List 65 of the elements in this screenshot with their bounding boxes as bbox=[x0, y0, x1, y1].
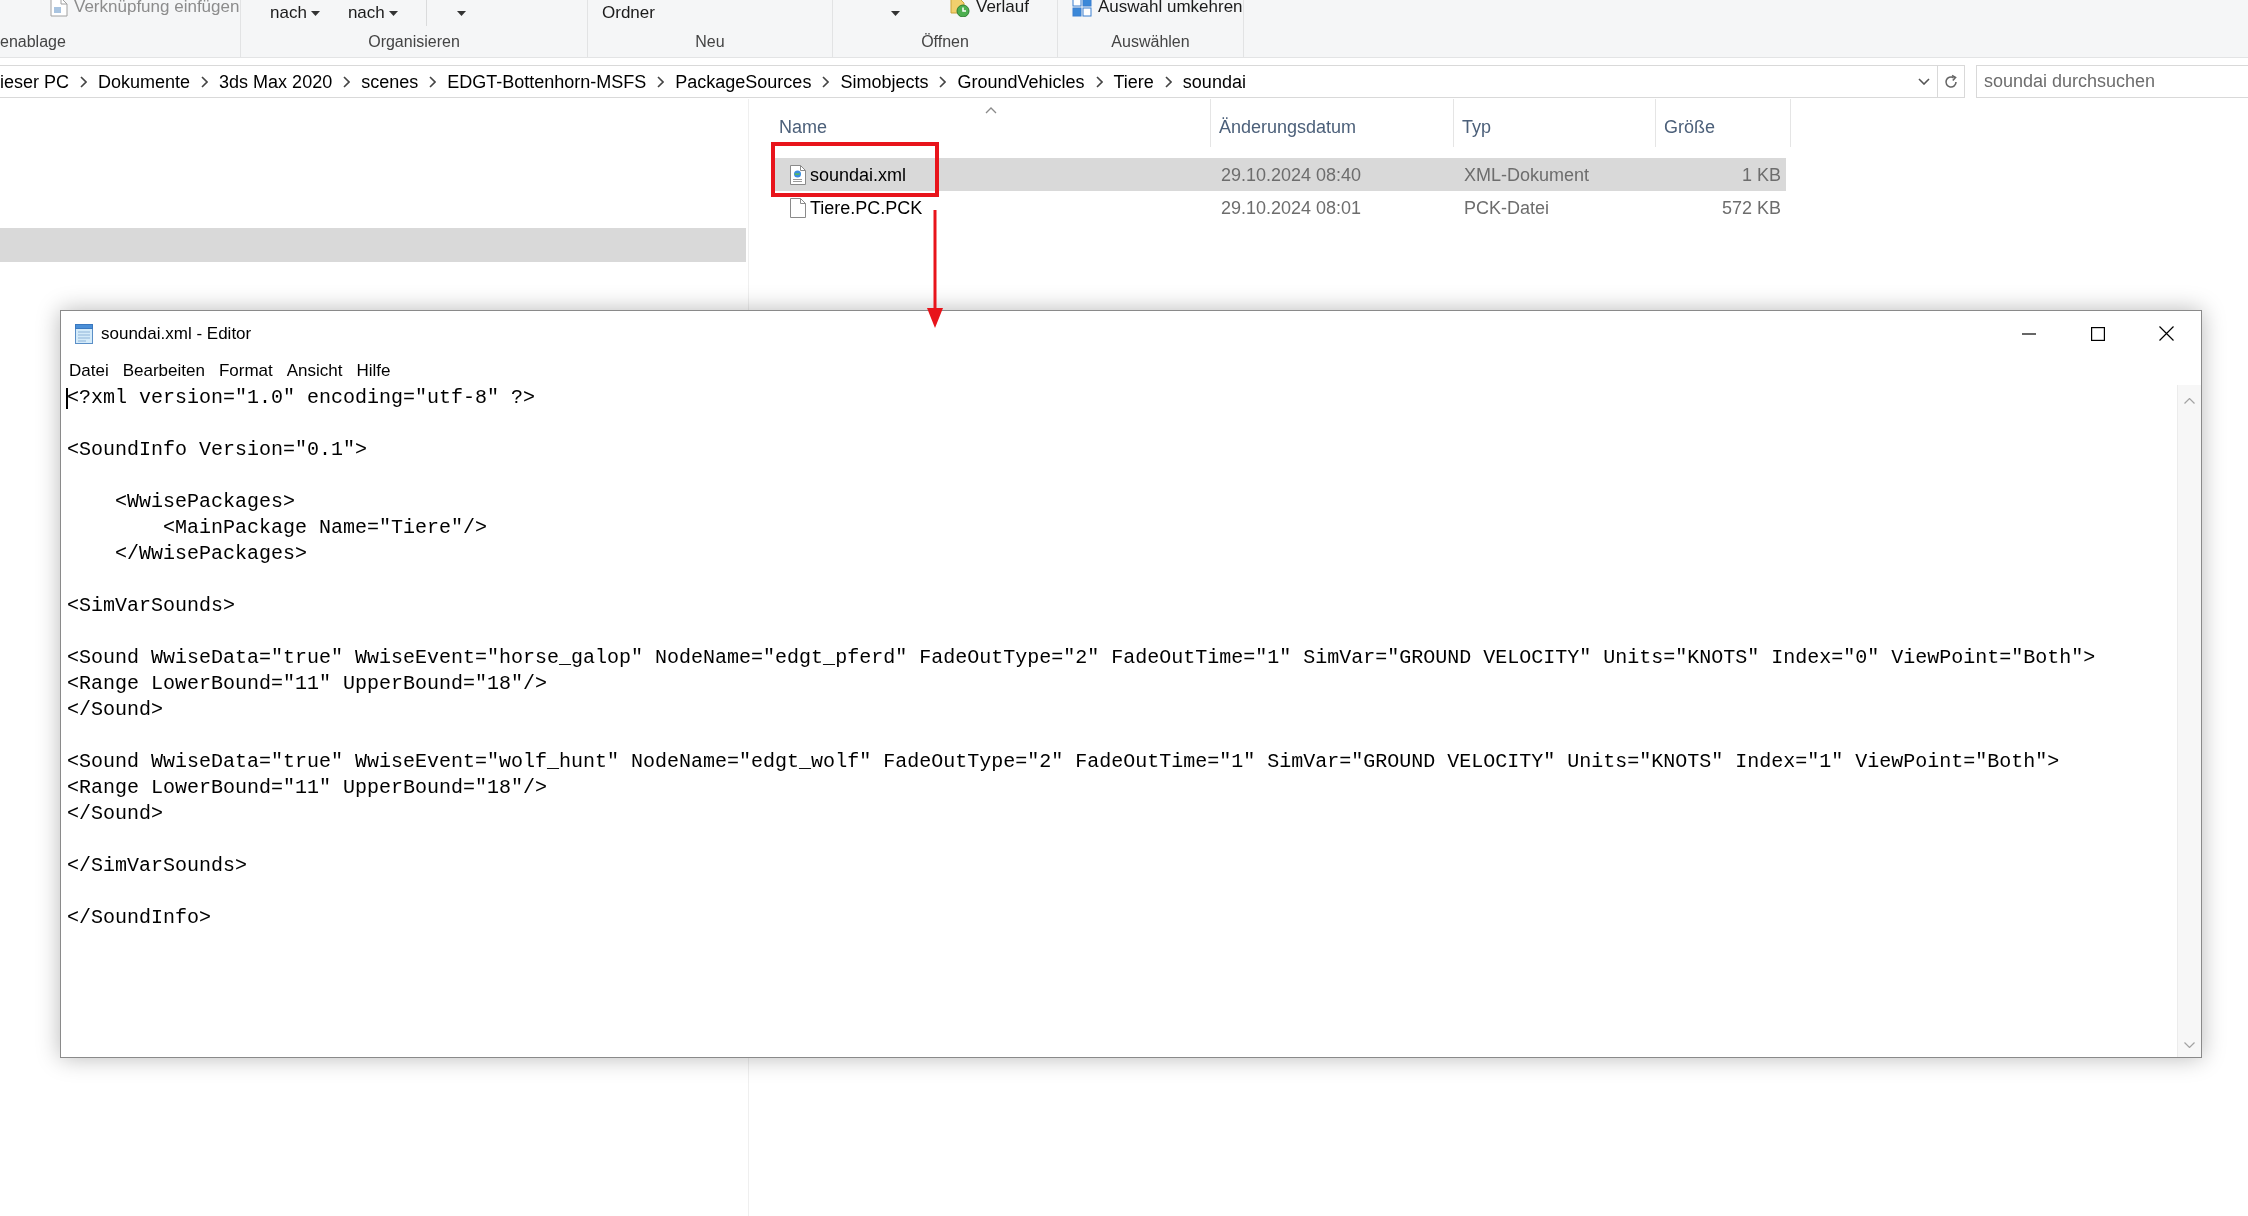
column-header[interactable]: Typ bbox=[1454, 99, 1656, 147]
chevron-right-icon[interactable] bbox=[201, 75, 209, 88]
column-header[interactable]: Änderungsdatum bbox=[1211, 99, 1454, 147]
breadcrumb-item[interactable]: soundai bbox=[1178, 69, 1250, 94]
modified-date: 29.10.2024 08:01 bbox=[1221, 196, 1362, 219]
breadcrumb-item[interactable]: Dokumente bbox=[94, 69, 195, 94]
file-size: 572 KB bbox=[1721, 196, 1781, 219]
caret-icon bbox=[891, 10, 900, 16]
menu-item[interactable]: Hilfe bbox=[349, 358, 398, 383]
caret-icon bbox=[388, 10, 398, 16]
chevron-right-icon[interactable] bbox=[822, 75, 830, 88]
search-field[interactable]: soundai durchsuchen bbox=[1976, 65, 2248, 98]
file-type: XML-Dokument bbox=[1464, 163, 1590, 186]
file-size: 1 KB bbox=[1741, 163, 1781, 186]
breadcrumb-item[interactable]: Tiere bbox=[1109, 69, 1158, 94]
chevron-right-icon[interactable] bbox=[343, 75, 351, 88]
chevron-right-icon[interactable] bbox=[429, 75, 437, 88]
refresh-button[interactable] bbox=[1938, 65, 1965, 98]
column-header[interactable]: Name bbox=[771, 99, 1211, 147]
caret-icon bbox=[310, 10, 320, 16]
ribbon-group-label: Neu bbox=[695, 32, 725, 52]
file-name: soundai.xml bbox=[810, 163, 907, 186]
ribbon-group-label: enablage bbox=[0, 32, 66, 52]
ribbon-button[interactable]: Auswahl umkehren bbox=[1072, 0, 1243, 18]
menu-item[interactable]: Format bbox=[211, 358, 280, 383]
window-title: soundai.xml - Editor bbox=[101, 323, 252, 344]
breadcrumb-item[interactable]: GroundVehicles bbox=[953, 69, 1089, 94]
chevron-right-icon[interactable] bbox=[939, 75, 947, 88]
caret-icon bbox=[456, 10, 466, 16]
file-type: PCK-Datei bbox=[1464, 196, 1550, 219]
file-name: Tiere.PC.PCK bbox=[810, 196, 923, 219]
refresh-icon bbox=[1943, 73, 1959, 90]
ribbon-button[interactable]: nach bbox=[347, 2, 398, 24]
ribbon-button[interactable]: Ordner bbox=[602, 2, 655, 24]
menu-item[interactable]: Bearbeiten bbox=[115, 358, 212, 383]
breadcrumb-item[interactable]: scenes bbox=[357, 69, 423, 94]
ribbon-group-label: Organisieren bbox=[368, 32, 460, 52]
chevron-right-icon[interactable] bbox=[1095, 75, 1103, 88]
maximize-icon bbox=[2090, 326, 2105, 341]
column-header[interactable]: Größe bbox=[1656, 99, 1791, 147]
menu-item[interactable]: Ansicht bbox=[279, 358, 350, 383]
close-icon bbox=[2159, 326, 2174, 341]
breadcrumb-item[interactable]: 3ds Max 2020 bbox=[215, 69, 337, 94]
breadcrumb-item[interactable]: Simobjects bbox=[836, 69, 933, 94]
breadcrumb-item[interactable]: ieser PC bbox=[0, 69, 74, 94]
modified-date: 29.10.2024 08:40 bbox=[1221, 163, 1362, 186]
text-cursor-icon bbox=[66, 388, 68, 409]
ribbon-group-label: Auswählen bbox=[1111, 32, 1190, 52]
chevron-down-icon[interactable] bbox=[1918, 78, 1930, 85]
address-bar[interactable]: ieser PC Dokumente 3ds Max 2020 scenes EDGT-Bottenhorn-MSFS PackageSources Simobjects GroundVehicles Tiere soundai bbox=[0, 65, 1938, 98]
globe-document-icon bbox=[790, 164, 806, 185]
ribbon-button[interactable]: Verlauf bbox=[950, 0, 1029, 18]
text-area[interactable]: <?xml version="1.0" encoding="utf-8" ?> <SoundInfo Version="0.1"> <WwisePackages> <MainPackage Name="Tiere"/> </WwisePackages> <SimVarSounds> <Sound WwiseData="true" WwiseEvent="horse_galop" NodeName="edgt_pferd" FadeOutType="2" FadeOutTime="1" SimVar="GROUND VELOCITY" Units="KNOTS" Index="0" ViewPoint="Both"> <Range LowerBound="11" UpperBound="18"/> </Sound> <Sound WwiseData="true" WwiseEvent="wolf_hunt" NodeName="edgt_wolf" FadeOutType="2" FadeOutTime="1" SimVar="GROUND VELOCITY" Units="KNOTS" Index="1" ViewPoint="Both"> <Range LowerBound="11" UpperBound="18"/> </Sound> </SimVarSounds> </SoundInfo> bbox=[61, 385, 2177, 1057]
minimize-icon bbox=[2021, 332, 2036, 335]
file-row[interactable]: Tiere.PC.PCK 29.10.2024 08:01 PCK-Datei 572 KB bbox=[771, 191, 1786, 224]
ribbon-button[interactable]: nach bbox=[270, 2, 320, 24]
ribbon-group-label: Öffnen bbox=[921, 32, 969, 52]
notepad-icon bbox=[73, 322, 95, 345]
chevron-right-icon[interactable] bbox=[1164, 75, 1172, 88]
breadcrumb-item[interactable]: EDGT-Bottenhorn-MSFS bbox=[443, 69, 651, 94]
menu-item[interactable]: Datei bbox=[62, 358, 116, 383]
breadcrumb-item[interactable]: PackageSources bbox=[671, 69, 816, 94]
chevron-right-icon[interactable] bbox=[657, 75, 665, 88]
blank-document-icon bbox=[790, 197, 806, 218]
chevron-right-icon[interactable] bbox=[80, 75, 88, 88]
